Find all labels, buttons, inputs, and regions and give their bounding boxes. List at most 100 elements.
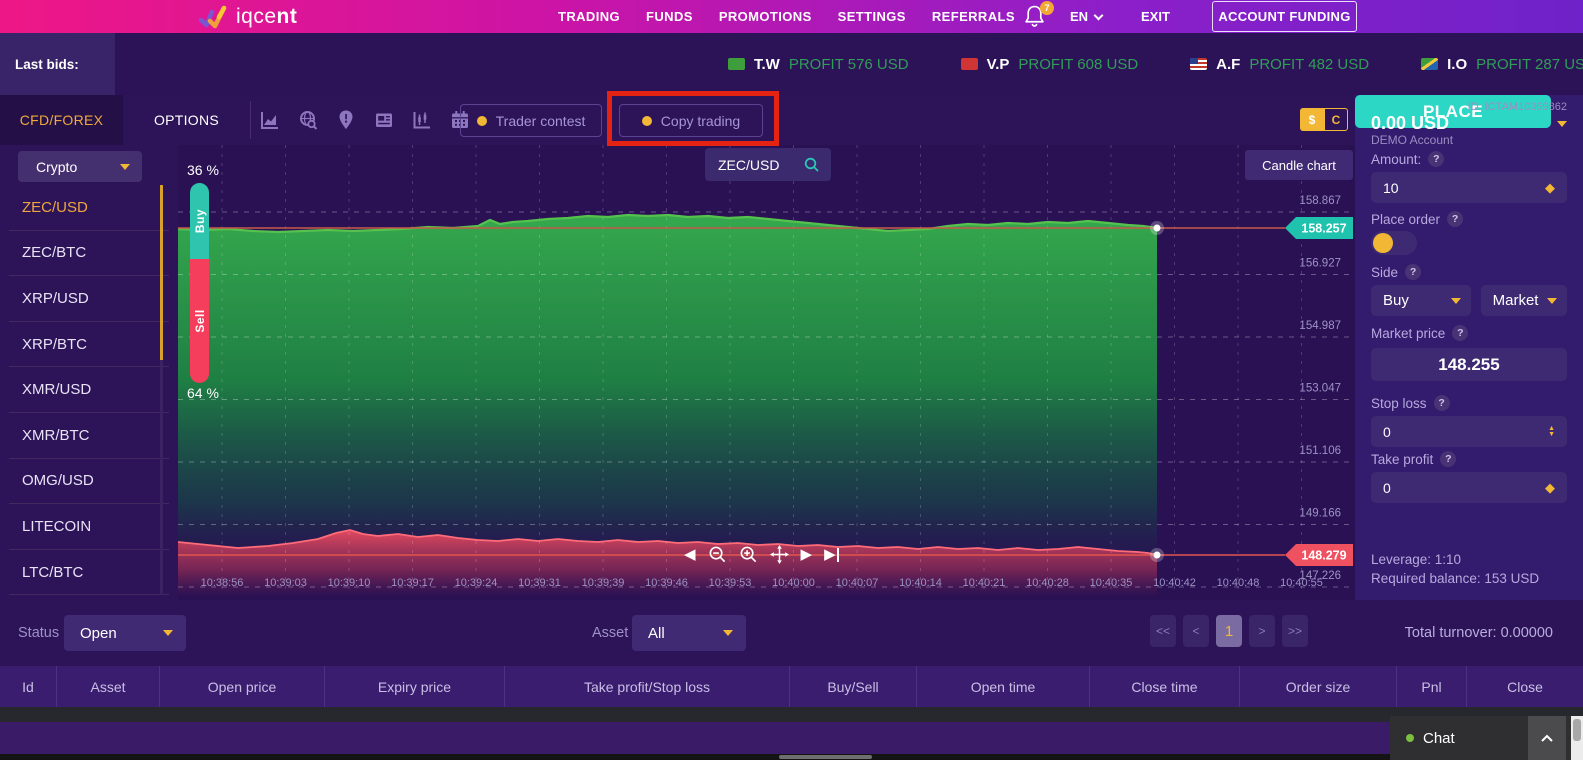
sidebar-item-xmr-btc[interactable]: XMR/BTC [9, 413, 169, 459]
column-header-close-time[interactable]: Close time [1090, 666, 1240, 707]
page-button[interactable]: >> [1282, 615, 1308, 647]
column-header-buy-sell[interactable]: Buy/Sell [790, 666, 917, 707]
area-chart-icon[interactable] [259, 109, 281, 131]
sidebar-item-ltc-btc[interactable]: LTC/BTC [9, 550, 169, 596]
column-header-order-size[interactable]: Order size [1240, 666, 1397, 707]
chat-open-button[interactable]: Chat [1390, 716, 1528, 760]
category-value: Crypto [36, 159, 77, 175]
sidebar-item-xmr-usd[interactable]: XMR/USD [9, 367, 169, 413]
trader-contest-button[interactable]: Trader contest [460, 104, 602, 137]
nav-settings[interactable]: SETTINGS [838, 9, 906, 24]
sidebar-scrollbar[interactable] [160, 185, 163, 595]
amount-value: 10 [1383, 180, 1399, 196]
tab-options[interactable]: OPTIONS [123, 95, 250, 145]
balance-selector[interactable]: 0.00 USD [1371, 113, 1567, 134]
status-select[interactable]: Open [64, 615, 186, 651]
nav-promotions[interactable]: PROMOTIONS [719, 9, 812, 24]
order-type-select[interactable]: Market [1481, 285, 1567, 316]
news-icon[interactable] [373, 109, 395, 131]
take-profit-input[interactable]: 0 ◆ [1371, 472, 1567, 503]
page-button[interactable]: << [1150, 615, 1176, 647]
place-order-label-row: Place order ? [1371, 211, 1567, 227]
help-icon[interactable]: ? [1447, 211, 1463, 227]
notifications-bell[interactable]: 7 [1024, 4, 1050, 30]
pan-right-button[interactable]: ▶ [801, 547, 813, 562]
column-header-id[interactable]: Id [0, 666, 57, 707]
zoom-in-button[interactable] [739, 545, 758, 564]
place-order-toggle[interactable] [1371, 231, 1417, 255]
language-selector[interactable]: EN [1070, 0, 1102, 33]
price-chart[interactable]: 10:38:5610:39:0310:39:1010:39:1710:39:24… [178, 145, 1355, 600]
cents-toggle[interactable]: C [1324, 108, 1348, 131]
side-value: Buy [1383, 292, 1409, 309]
horizontal-scrollbar[interactable] [0, 754, 1583, 760]
scrollbar-thumb[interactable] [1573, 719, 1581, 741]
yellow-dot-icon [642, 116, 652, 126]
exit-link[interactable]: EXIT [1141, 0, 1170, 33]
category-dropdown[interactable]: Crypto [18, 151, 142, 182]
scrollbar-thumb[interactable] [160, 185, 163, 360]
scrollbar-thumb[interactable] [779, 755, 872, 759]
chevron-down-icon [1557, 121, 1567, 127]
diamond-spinner-icon[interactable]: ◆ [1545, 180, 1555, 196]
candlestick-chart-icon[interactable] [411, 109, 433, 131]
page-button[interactable]: 1 [1216, 615, 1242, 647]
column-header-close[interactable]: Close [1467, 666, 1583, 707]
help-icon[interactable]: ? [1434, 395, 1450, 411]
column-header-open-time[interactable]: Open time [917, 666, 1090, 707]
take-profit-label: Take profit [1371, 452, 1433, 467]
nav-trading[interactable]: TRADING [558, 9, 620, 24]
sidebar-item-xrp-usd[interactable]: XRP/USD [9, 276, 169, 322]
copy-trading-button[interactable]: Copy trading [619, 104, 763, 137]
nav-funds[interactable]: FUNDS [646, 9, 693, 24]
pan-left-button[interactable]: ◀ [684, 547, 696, 562]
logo[interactable]: iqcent [198, 2, 297, 32]
help-icon[interactable]: ? [1405, 264, 1421, 280]
chart-area: 10:38:5610:39:0310:39:1010:39:1710:39:24… [178, 145, 1355, 600]
divider [250, 101, 251, 139]
last-bid-item: T.WPROFIT 576 USD [728, 56, 909, 73]
sidebar-item-litecoin[interactable]: LITECOIN [9, 504, 169, 550]
sidebar-item-zec-btc[interactable]: ZEC/BTC [9, 231, 169, 277]
sidebar-item-xrp-btc[interactable]: XRP/BTC [9, 322, 169, 368]
candle-chart-button[interactable]: Candle chart [1245, 150, 1353, 180]
help-icon[interactable]: ? [1452, 325, 1468, 341]
bidder-initials: T.W [754, 56, 780, 73]
nav-referrals[interactable]: REFERRALS [932, 9, 1015, 24]
account-balance: 0.00 USD [1371, 113, 1449, 134]
column-header-expiry-price[interactable]: Expiry price [325, 666, 505, 707]
globe-news-icon[interactable] [297, 109, 319, 131]
stop-loss-input[interactable]: 0 ▲▼ [1371, 416, 1567, 447]
amount-input[interactable]: 10 ◆ [1371, 172, 1567, 203]
amount-label: Amount: [1371, 152, 1421, 167]
svg-text:149.166: 149.166 [1299, 508, 1341, 520]
diamond-spinner-icon[interactable]: ◆ [1545, 480, 1555, 496]
column-header-pnl[interactable]: Pnl [1397, 666, 1467, 707]
symbol-search[interactable]: ZEC/USD [705, 148, 831, 181]
chevron-up-icon [1540, 734, 1554, 743]
zoom-out-button[interactable] [708, 545, 727, 564]
currency-display-toggle[interactable]: $ C [1300, 108, 1348, 131]
column-header-open-price[interactable]: Open price [160, 666, 325, 707]
chat-expand-button[interactable] [1528, 716, 1566, 760]
page-button[interactable]: > [1249, 615, 1275, 647]
asset-select[interactable]: All [632, 615, 746, 651]
search-icon [804, 157, 820, 173]
account-funding-button[interactable]: ACCOUNT FUNDING [1212, 1, 1357, 32]
dollar-toggle[interactable]: $ [1300, 108, 1324, 131]
sidebar-item-omg-usd[interactable]: OMG/USD [9, 459, 169, 505]
go-to-end-button[interactable]: ▶ [824, 547, 839, 562]
column-header-take-profit-stop-loss[interactable]: Take profit/Stop loss [505, 666, 790, 707]
sidebar-item-zec-usd[interactable]: ZEC/USD [9, 185, 169, 231]
vertical-scrollbar[interactable] [1571, 716, 1583, 760]
column-header-asset[interactable]: Asset [57, 666, 160, 707]
tab-cfd-forex[interactable]: CFD/FOREX [0, 95, 123, 145]
help-icon[interactable]: ? [1428, 151, 1444, 167]
spinner-icon[interactable]: ▲▼ [1548, 426, 1555, 438]
help-icon[interactable]: ? [1440, 451, 1456, 467]
pan-move-button[interactable] [770, 545, 789, 564]
buy-percent-label: 36 % [187, 162, 219, 178]
side-select[interactable]: Buy [1371, 285, 1471, 316]
alert-pin-icon[interactable] [335, 109, 357, 131]
page-button[interactable]: < [1183, 615, 1209, 647]
